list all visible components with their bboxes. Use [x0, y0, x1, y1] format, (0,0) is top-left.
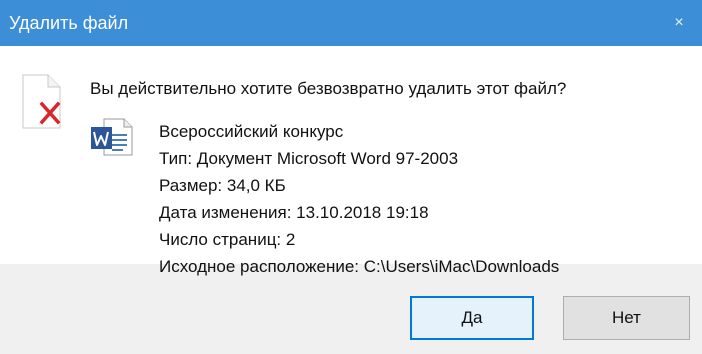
delete-file-dialog: Удалить файл × Вы действительно хотите б…: [0, 0, 702, 354]
delete-file-icon: [22, 74, 61, 129]
file-type: Тип: Документ Microsoft Word 97-2003: [159, 149, 459, 168]
dialog-title: Удалить файл: [9, 13, 129, 33]
file-modified: Дата изменения: 13.10.2018 19:18: [159, 203, 429, 222]
word-document-icon: [91, 118, 133, 156]
close-button[interactable]: ×: [656, 0, 702, 46]
file-details: Всероссийский конкурс Тип: Документ Micr…: [159, 119, 559, 281]
file-name: Всероссийский конкурс: [159, 122, 344, 141]
yes-button[interactable]: Да: [410, 296, 534, 340]
title-bar[interactable]: Удалить файл ×: [0, 0, 702, 46]
confirm-question: Вы действительно хотите безвозвратно уда…: [90, 79, 567, 98]
file-pages: Число страниц: 2: [159, 230, 296, 249]
file-size: Размер: 34,0 КБ: [159, 176, 286, 195]
no-button[interactable]: Нет: [563, 296, 690, 340]
file-location: Исходное расположение: C:\Users\iMac\Dow…: [159, 257, 560, 276]
